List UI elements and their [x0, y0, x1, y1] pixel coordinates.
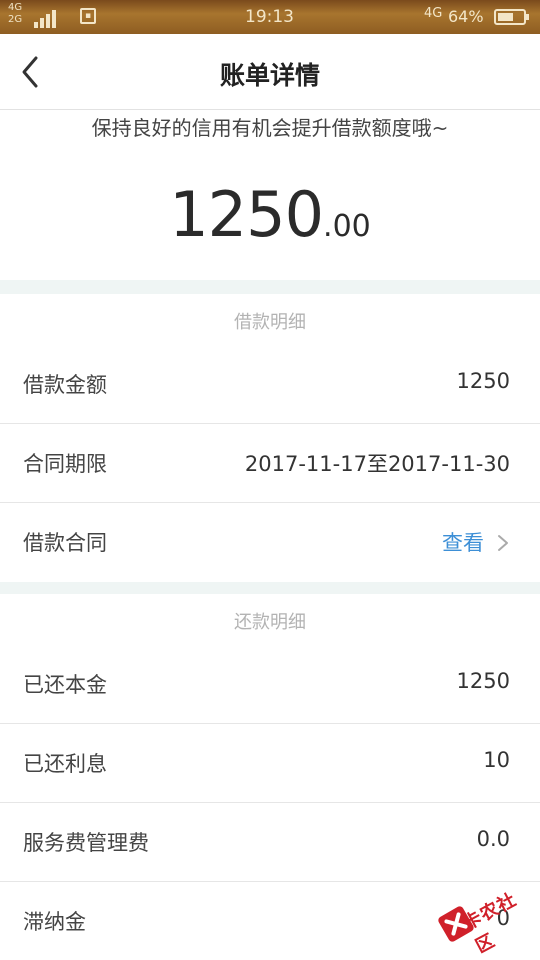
row-interest-repaid: 已还利息 10 — [0, 724, 540, 803]
sim-icon: ▪ — [80, 8, 96, 24]
watermark: 卡农社区 — [438, 880, 540, 957]
watermark-text: 卡农社区 — [460, 889, 521, 958]
page-title: 账单详情 — [219, 61, 320, 90]
section-divider — [0, 582, 540, 594]
row-principal-repaid: 已还本金 1250 — [0, 645, 540, 724]
battery-icon — [494, 9, 529, 25]
section-divider — [0, 280, 540, 294]
row-label: 合同期限 — [23, 452, 107, 476]
row-value: 0.0 — [476, 827, 510, 851]
row-value: 2017-11-17至2017-11-30 — [244, 452, 510, 476]
network-type: 4G 2G — [8, 2, 23, 25]
row-label: 借款合同 — [23, 531, 107, 555]
repay-details-title: 还款明细 — [234, 612, 306, 633]
signal-icon — [34, 4, 62, 28]
row-value: 1250 — [456, 369, 510, 393]
row-label: 服务费管理费 — [23, 831, 149, 855]
row-label: 已还本金 — [23, 673, 107, 697]
nav-header: 账单详情 — [0, 34, 540, 110]
amount-integer: 1250 — [169, 178, 324, 251]
chevron-right-icon — [498, 535, 508, 551]
network-type-right: 4G — [424, 6, 443, 21]
row-label: 借款金额 — [23, 373, 107, 397]
row-loan-amount: 借款金额 1250 — [0, 345, 540, 424]
amount-decimal: .00 — [323, 209, 371, 244]
row-value: 1250 — [456, 669, 510, 693]
view-contract-link[interactable]: 查看 — [442, 527, 484, 557]
status-time: 19:13 — [245, 7, 294, 27]
row-value: 10 — [483, 748, 510, 772]
status-bar: 4G 2G ▪ 19:13 4G 64% — [0, 0, 540, 34]
loan-details-title: 借款明细 — [234, 312, 306, 333]
battery-percent: 64% — [448, 7, 484, 26]
row-service-fee: 服务费管理费 0.0 — [0, 803, 540, 882]
row-loan-contract[interactable]: 借款合同 查看 — [0, 503, 540, 582]
bill-amount: 1250.00 — [0, 178, 540, 251]
row-label: 滞纳金 — [23, 910, 86, 934]
row-contract-term: 合同期限 2017-11-17至2017-11-30 — [0, 424, 540, 503]
row-label: 已还利息 — [23, 752, 107, 776]
credit-tip: 保持良好的信用有机会提升借款额度哦~ — [91, 116, 449, 140]
